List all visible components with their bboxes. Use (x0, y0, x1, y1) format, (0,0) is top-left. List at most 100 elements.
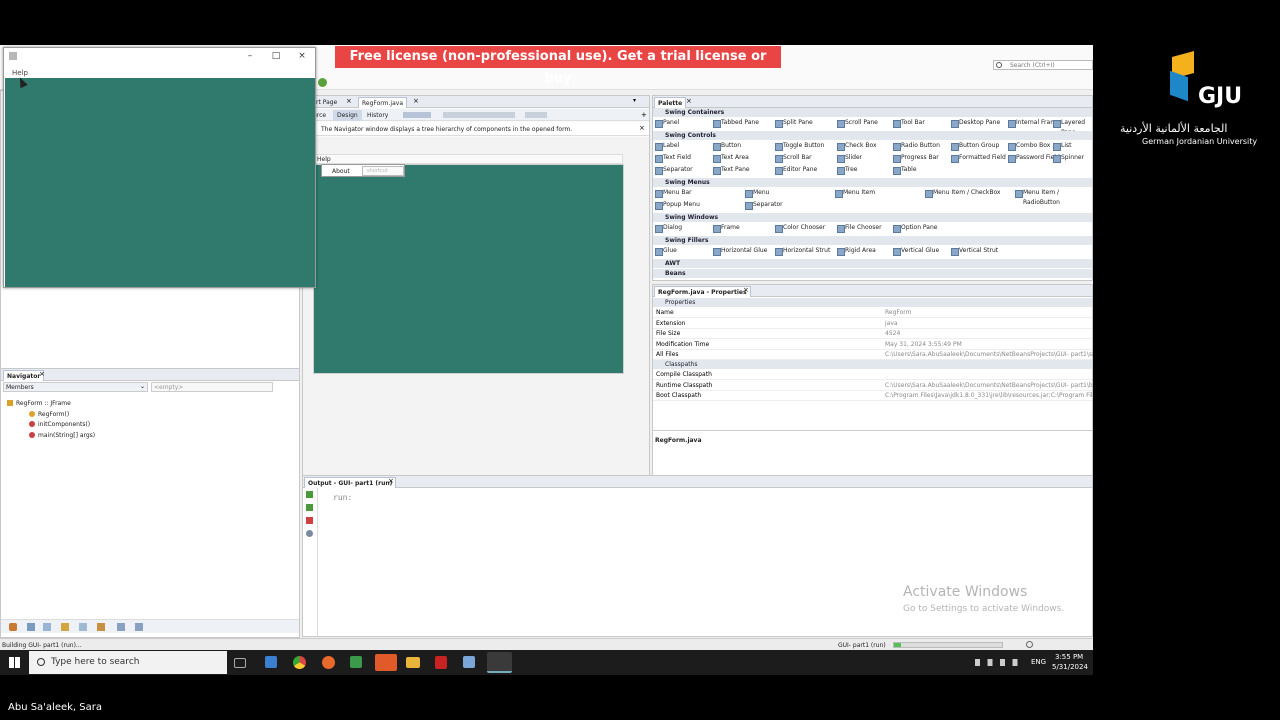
properties-section[interactable]: Properties (653, 298, 1092, 307)
rerun-options-icon[interactable] (306, 504, 313, 511)
palette-item[interactable]: Popup Menu (655, 200, 700, 210)
task-view-icon[interactable] (234, 658, 246, 668)
store-icon[interactable] (350, 656, 362, 668)
palette-item[interactable]: Tool Bar (893, 118, 925, 128)
palette-item[interactable]: Menu Item / RadioButton (1015, 188, 1092, 208)
palette-item[interactable]: Formatted Field (951, 153, 1006, 163)
palette-item[interactable]: Text Field (655, 153, 691, 163)
tab-start-page[interactable]: rt Page (313, 97, 340, 108)
palette-item[interactable]: Text Area (713, 153, 749, 163)
folder-icon[interactable] (406, 657, 420, 668)
tree-item-constructor[interactable]: RegForm() (29, 410, 69, 420)
license-banner[interactable]: Free license (non-professional use). Get… (335, 46, 781, 86)
presenter-icon[interactable] (375, 654, 397, 671)
field-icon[interactable] (27, 623, 35, 631)
palette-item[interactable]: Menu (745, 188, 769, 198)
stop-icon[interactable] (306, 517, 313, 524)
palette-item[interactable]: Tabbed Pane (713, 118, 759, 128)
firefox-icon[interactable] (322, 656, 335, 669)
cube-app-icon[interactable] (463, 656, 475, 668)
netbeans-icon[interactable] (487, 652, 512, 673)
palette-item[interactable]: Dialog (655, 223, 682, 233)
palette-item[interactable]: Progress Bar (893, 153, 939, 163)
palette-item[interactable]: Vertical Strut (951, 246, 998, 256)
chevron-down-icon[interactable]: ▾ (633, 97, 636, 104)
close-icon[interactable]: × (686, 97, 692, 105)
property-row[interactable]: Runtime Classpath C:\Users\Sara.AbuSaalee… (653, 381, 1093, 391)
sort-alpha-icon[interactable] (117, 623, 125, 631)
property-row[interactable]: All Files C:\Users\Sara.AbuSaaleek\Docume… (653, 350, 1093, 360)
palette-item[interactable]: List (1053, 141, 1072, 151)
tree-item-initcomponents[interactable]: initComponents() (29, 420, 90, 430)
design-menu-item-about[interactable]: About (332, 168, 350, 175)
shortcut-field[interactable]: shortcut (362, 166, 404, 176)
palette-item[interactable]: Combo Box (1008, 141, 1050, 151)
palette-item[interactable]: Horizontal Glue (713, 246, 767, 256)
design-menu-popup[interactable]: About shortcut (321, 164, 405, 177)
close-icon[interactable]: × (413, 97, 419, 105)
palette-item[interactable]: Password Field (1008, 153, 1060, 163)
sort-source-icon[interactable] (135, 623, 143, 631)
palette-item[interactable]: Panel (655, 118, 679, 128)
palette-item[interactable]: Rigid Area (837, 246, 876, 256)
palette-item[interactable]: Internal Frame (1008, 118, 1060, 128)
inherit-icon[interactable] (79, 623, 87, 631)
resize-icons[interactable] (525, 112, 547, 118)
output-tab[interactable]: Output - GUI- part1 (run) (304, 477, 397, 488)
palette-item[interactable]: Option Pane (893, 223, 937, 233)
align-icons[interactable] (443, 112, 515, 118)
windows-start-icon[interactable] (9, 657, 20, 668)
settings-icon[interactable] (306, 530, 313, 537)
palette-item[interactable]: Check Box (837, 141, 877, 151)
palette-section[interactable]: Swing Fillers (653, 236, 1092, 245)
palette-section[interactable]: Swing Menus (653, 178, 1092, 187)
property-row[interactable]: Extension java (653, 319, 1092, 329)
palette-item[interactable]: Menu Bar (655, 188, 692, 198)
design-menubar[interactable]: Help (313, 154, 623, 164)
property-row[interactable]: File Size 4524 (653, 329, 1092, 339)
close-icon[interactable]: × (39, 370, 45, 378)
palette-tab[interactable]: Palette (654, 97, 687, 108)
sort-icon[interactable] (43, 623, 51, 631)
property-row[interactable]: Modification Time May 31, 2024 3:55:49 PM (653, 340, 1092, 350)
close-icon[interactable]: × (743, 286, 749, 294)
palette-item[interactable]: Glue (655, 246, 677, 256)
notifications-icon[interactable] (1026, 641, 1033, 648)
palette-item[interactable]: Separator (655, 165, 693, 175)
design-form[interactable] (313, 164, 624, 374)
palette-item[interactable]: Split Pane (775, 118, 813, 128)
palette-section[interactable]: Swing Containers (653, 108, 1092, 117)
properties-tab[interactable]: RegForm.java - Properties (654, 286, 751, 297)
jframe-menu-help[interactable]: Help (12, 69, 28, 77)
palette-item[interactable]: Menu Item / CheckBox (925, 188, 1001, 198)
tab-history[interactable]: History (367, 112, 388, 119)
palette-item[interactable]: Editor Pane (775, 165, 817, 175)
palette-section[interactable]: Beans (653, 269, 1092, 278)
palette-item[interactable]: Color Chooser (775, 223, 825, 233)
empty-select[interactable]: <empty> (151, 382, 273, 392)
expand-icon[interactable]: + (641, 111, 647, 119)
classpaths-section[interactable]: Classpaths (653, 360, 1092, 369)
palette-item[interactable]: Horizontal Strut (775, 246, 830, 256)
palette-item[interactable]: Button Group (951, 141, 999, 151)
palette-section[interactable]: Swing Controls (653, 131, 1092, 140)
tab-regform[interactable]: RegForm.java (358, 97, 407, 108)
package-icon[interactable] (97, 623, 105, 631)
tree-item-root[interactable]: RegForm :: JFrame (7, 399, 71, 409)
property-row[interactable]: Name RegForm (653, 308, 1092, 318)
search-box[interactable]: Search (Ctrl+I) (993, 60, 1093, 70)
clock-date[interactable]: 5/31/2024 (1052, 663, 1088, 671)
run-icon[interactable] (318, 78, 327, 87)
chrome-icon[interactable] (293, 656, 306, 669)
taskbar-search[interactable]: Type here to search (29, 651, 227, 674)
selection-mode-icon[interactable] (403, 112, 431, 118)
palette-item[interactable]: Text Pane (713, 165, 750, 175)
maximize-button[interactable]: □ (268, 50, 284, 62)
close-icon[interactable]: × (388, 477, 394, 485)
language-indicator[interactable]: ENG (1031, 658, 1046, 666)
tree-item-main[interactable]: main(String[] args) (29, 431, 95, 441)
palette-section[interactable]: AWT (653, 259, 1092, 268)
palette-item[interactable]: Button (713, 141, 741, 151)
palette-item[interactable]: Slider (837, 153, 862, 163)
property-row[interactable]: Boot Classpath C:\Program Files\Java\jdk1… (653, 391, 1093, 401)
